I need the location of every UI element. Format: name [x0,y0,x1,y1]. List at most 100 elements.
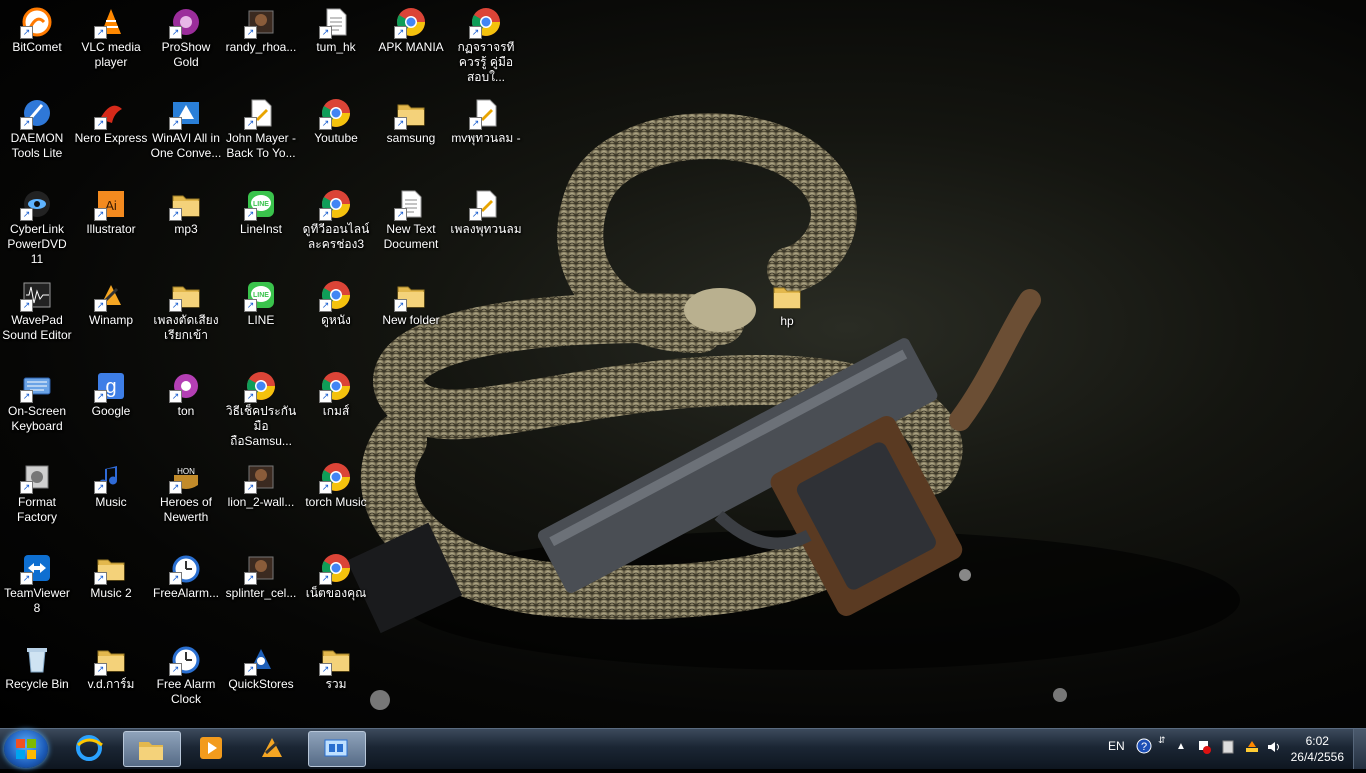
desktop-icon[interactable]: ↗ ดูทีวีออนไลน์ ละครช่อง3 [299,188,373,252]
action-center-flag-icon[interactable] [1196,739,1212,758]
desktop-icon[interactable]: ↗ Free Alarm Clock [149,643,223,707]
desktop-icon[interactable]: ↗ VLC media player [74,6,148,70]
clock-date: 26/4/2556 [1290,750,1344,764]
language-options-icon[interactable]: ⇵ [1158,735,1166,746]
desktop-icon-label: hp [780,314,794,328]
desktop-icon[interactable]: ↗ Winamp [74,279,148,328]
taskbar-button[interactable] [184,731,240,765]
media-file-icon: ↗ [469,97,502,130]
shortcut-arrow-icon: ↗ [20,390,33,403]
desktop-icon[interactable]: ↗ Music [74,461,148,510]
shortcut-arrow-icon: ↗ [94,117,107,130]
desktop-icon[interactable]: ↗ เพลงตัดเสียงเรียกเข้า [149,279,223,343]
desktop-icon-label: ดูหนัง [321,313,351,327]
desktop-icon[interactable]: ↗ CyberLink PowerDVD 11 [0,188,74,267]
shortcut-arrow-icon: ↗ [169,299,182,312]
desktop-icon[interactable]: ↗ New folder [374,279,448,328]
alarm-clock-icon: ↗ [169,552,202,585]
show-desktop-button[interactable] [1353,729,1366,769]
image-file-icon: ↗ [244,552,277,585]
desktop-icon-label: Music 2 [90,586,132,600]
desktop-icon[interactable]: ↗ BitComet [0,6,74,55]
folder-icon [771,280,803,312]
desktop-icon-label: CyberLink PowerDVD 11 [7,222,67,266]
google-icon: g ↗ [94,370,127,403]
shortcut-arrow-icon: ↗ [94,208,107,221]
desktop-icon-label: New folder [382,313,440,327]
desktop-icon[interactable]: ↗ mp3 [149,188,223,237]
network-icon[interactable] [1244,739,1260,758]
desktop-icon[interactable]: g ↗ Google [74,370,148,419]
help-icon[interactable]: ? [1136,738,1152,757]
desktop-icon[interactable]: Recycle Bin [0,643,74,692]
desktop-icon-label: QuickStores [228,677,294,691]
folder-icon: ↗ [94,552,127,585]
desktop-icon[interactable]: ↗ New Text Document [374,188,448,252]
desktop-icon-label: APK MANIA [378,40,444,54]
desktop-icon-hp[interactable]: hp [750,280,824,329]
shortcut-arrow-icon: ↗ [94,26,107,39]
desktop-icon[interactable]: ↗ TeamViewer 8 [0,552,74,616]
desktop-icon[interactable]: ↗ เน็ตของคุณ [299,552,373,601]
desktop-icon[interactable]: ↗ WinAVI All in One Conve... [149,97,223,161]
desktop-icon[interactable]: ↗ Format Factory [0,461,74,525]
chrome-icon: ↗ [394,6,427,39]
desktop-icon[interactable]: ↗ ProShow Gold [149,6,223,70]
desktop-icon[interactable]: ↗ กฏจราจรทีควรรู้ คู่มือสอบใ... [449,6,523,85]
desktop-icon[interactable]: ↗ splinter_cel... [224,552,298,601]
desktop-icon[interactable]: ↗ On-Screen Keyboard [0,370,74,434]
desktop-icon[interactable]: ↗ Music 2 [74,552,148,601]
music-icon: ↗ [94,461,127,494]
desktop-icon[interactable]: ↗ Youtube [299,97,373,146]
desktop-icon[interactable]: ↗ เกมส์ [299,370,373,419]
desktop-icon[interactable]: ↗ QuickStores [224,643,298,692]
desktop-icon-label: DAEMON Tools Lite [10,131,64,160]
desktop-icon[interactable]: ↗ lion_2-wall... [224,461,298,510]
desktop-icon-label: samsung [386,131,436,145]
taskbar-button[interactable] [245,731,301,765]
show-hidden-icons-icon[interactable]: ▲ [1176,741,1186,752]
desktop-icon-label: v.d.การ์ม [87,677,135,691]
desktop-icon-label: ProShow Gold [161,40,211,69]
desktop-icon[interactable]: ↗ ton [149,370,223,419]
desktop-icon[interactable]: Ai ↗ Illustrator [74,188,148,237]
taskbar-button[interactable] [62,731,118,765]
desktop-icon-label: วิธีเช็คประกันมือถือSamsu... [225,404,297,448]
recycle-bin-icon [21,643,53,675]
desktop-icon[interactable]: ↗ John Mayer - Back To Yo... [224,97,298,161]
desktop-icon[interactable]: ↗ เพลงพุทวนลม [449,188,523,237]
desktop-icon[interactable]: LINE ↗ LINE [224,279,298,328]
desktop-icon[interactable]: ↗ DAEMON Tools Lite [0,97,74,161]
desktop-icon[interactable]: HON ↗ Heroes of Newerth [149,461,223,525]
desktop-icon[interactable]: ↗ รวม [299,643,373,692]
desktop-icon[interactable]: ↗ samsung [374,97,448,146]
desktop-icon[interactable]: ↗ torch Music [299,461,373,510]
desktop-icon-label: TeamViewer 8 [4,586,70,615]
desktop-icon[interactable]: ↗ v.d.การ์ม [74,643,148,692]
desktop-icon-label: New Text Document [383,222,439,251]
volume-icon[interactable] [1266,739,1282,758]
format-factory-icon: ↗ [20,461,53,494]
desktop-icon[interactable]: ↗ mvพุทวนลม - [449,97,523,146]
taskbar-clock[interactable]: 6:02 26/4/2556 [1291,733,1344,765]
taskbar-button[interactable] [123,731,181,767]
windows-start-button[interactable] [4,730,48,768]
shortcut-arrow-icon: ↗ [20,117,33,130]
desktop-icon[interactable]: ↗ APK MANIA [374,6,448,55]
desktop-icon[interactable]: ↗ WavePad Sound Editor [0,279,74,343]
desktop-icon[interactable]: ↗ Nero Express [74,97,148,146]
wavepad-icon: ↗ [20,279,53,312]
language-indicator[interactable]: EN [1108,739,1125,753]
svg-text:g: g [105,376,116,398]
desktop-icon[interactable]: ↗ ดูหนัง [299,279,373,328]
desktop-icon[interactable]: ↗ วิธีเช็คประกันมือถือSamsu... [224,370,298,449]
remote-desktop-icon [324,739,348,757]
desktop-icon[interactable]: LINE ↗ LineInst [224,188,298,237]
desktop-icon[interactable]: ↗ randy_rhoa... [224,6,298,55]
usb-device-icon[interactable] [1220,739,1236,758]
taskbar-button[interactable] [308,731,366,767]
shortcut-arrow-icon: ↗ [94,481,107,494]
desktop-icon[interactable]: ↗ FreeAlarm... [149,552,223,601]
desktop-icon-label: John Mayer - Back To Yo... [225,131,297,160]
desktop-icon[interactable]: ↗ tum_hk [299,6,373,55]
